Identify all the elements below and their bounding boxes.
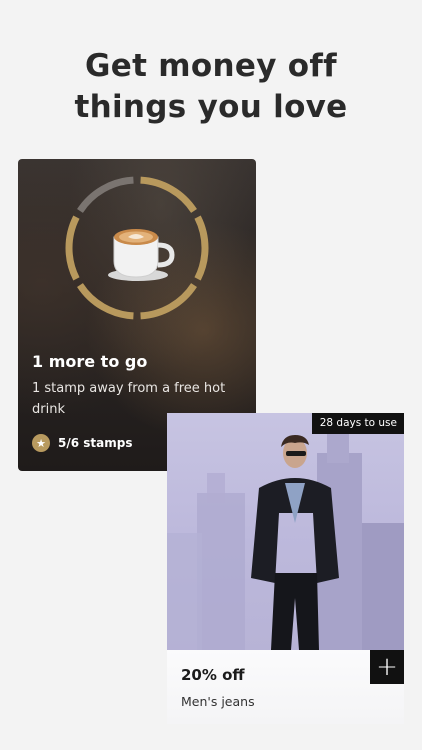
- page-headline: Get money off things you love: [0, 46, 422, 128]
- stamp-segment-filled: [194, 215, 209, 281]
- star-icon: ★: [32, 434, 50, 452]
- stamp-segment-filled: [140, 283, 197, 320]
- stamp-segment-filled: [140, 176, 197, 213]
- stamp-count: ★ 5/6 stamps: [32, 434, 132, 452]
- offer-info: 20% off Men's jeans +: [167, 650, 404, 724]
- coffee-cup-icon: [108, 229, 175, 281]
- stamp-count-label: 5/6 stamps: [58, 436, 133, 450]
- offer-title: 20% off: [181, 666, 245, 684]
- offer-card[interactable]: 28 days to use 20% off Men's jeans +: [167, 413, 404, 724]
- city-skyline-image: [167, 433, 404, 650]
- stamp-segment-empty: [77, 176, 134, 213]
- headline-line-1: Get money off: [85, 48, 337, 84]
- offer-photo: 28 days to use: [167, 413, 404, 650]
- days-remaining-badge: 28 days to use: [311, 413, 404, 434]
- stamp-card-title: 1 more to go: [32, 352, 148, 371]
- stamp-segment-filled: [65, 215, 80, 281]
- add-offer-button[interactable]: +: [370, 650, 404, 684]
- headline-line-2: things you love: [74, 89, 348, 125]
- offer-subtitle: Men's jeans: [181, 694, 255, 709]
- plus-icon: +: [376, 652, 398, 682]
- stamp-segment-filled: [77, 283, 134, 320]
